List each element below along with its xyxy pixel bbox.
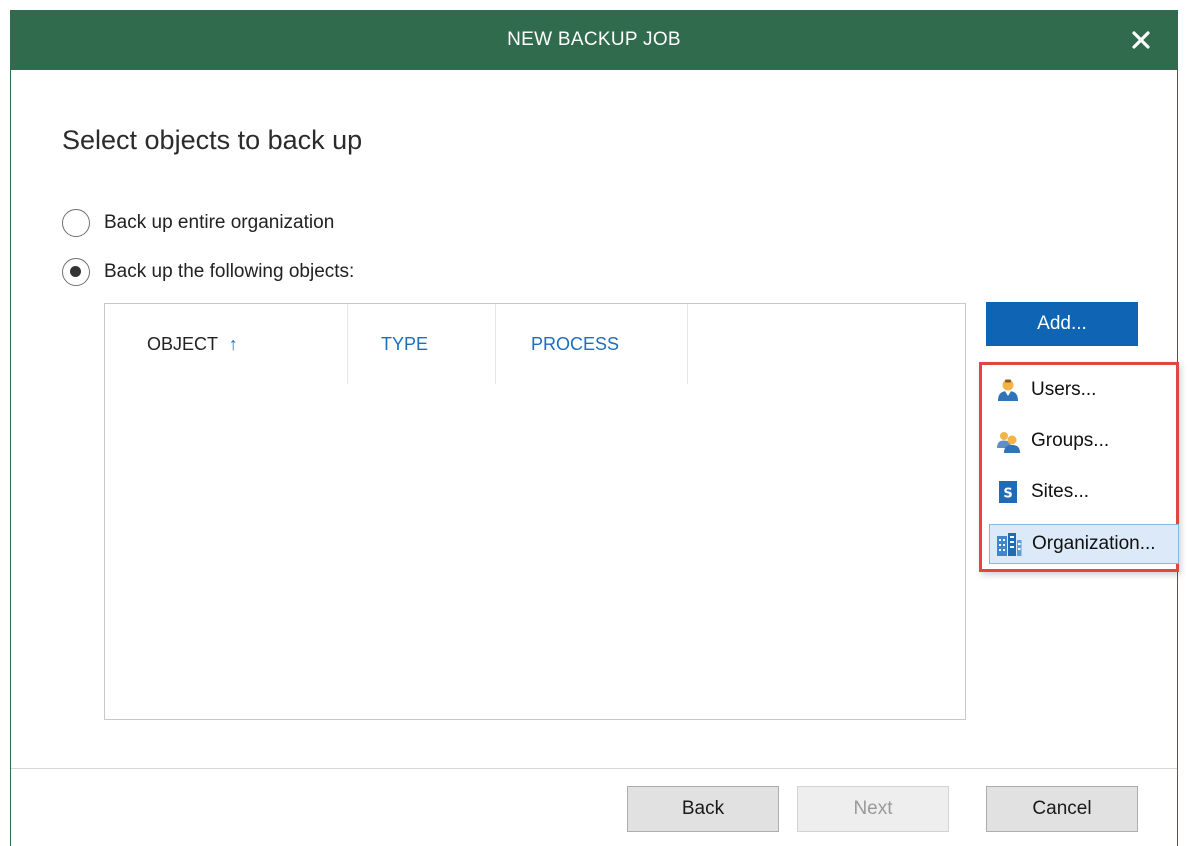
column-header-type[interactable]: TYPE: [381, 304, 428, 384]
menu-item-organization[interactable]: Organization...: [989, 524, 1179, 564]
column-separator[interactable]: [687, 304, 688, 384]
close-icon: [1132, 31, 1150, 49]
radio-entire-organization[interactable]: Back up entire organization: [62, 207, 334, 239]
footer-divider: [11, 768, 1177, 769]
dialog-title: NEW BACKUP JOB: [507, 29, 681, 50]
menu-item-groups[interactable]: Groups...: [989, 421, 1179, 461]
column-header-label: TYPE: [381, 334, 429, 354]
radio-button-selected[interactable]: [62, 258, 90, 286]
menu-item-sites[interactable]: S Sites...: [989, 472, 1179, 512]
dialog-titlebar: NEW BACKUP JOB: [11, 10, 1177, 70]
cancel-button[interactable]: Cancel: [986, 786, 1138, 832]
sharepoint-sites-icon: S: [999, 481, 1017, 503]
column-header-object[interactable]: OBJECT ↑: [147, 304, 238, 384]
back-button[interactable]: Back: [627, 786, 779, 832]
add-button[interactable]: Add...: [986, 302, 1138, 346]
column-header-label: PROCESS: [531, 334, 620, 354]
radio-label: Back up the following objects:: [104, 261, 355, 282]
group-icon: [997, 432, 1020, 453]
menu-item-label: Organization...: [1032, 533, 1156, 554]
menu-item-label: Users...: [1031, 379, 1097, 400]
radio-button[interactable]: [62, 209, 90, 237]
add-dropdown-menu: Users... Groups... S Sites... Organizati…: [979, 362, 1179, 572]
next-button[interactable]: Next: [797, 786, 949, 832]
objects-grid[interactable]: OBJECT ↑ TYPE PROCESS: [104, 303, 966, 720]
radio-label: Back up entire organization: [104, 212, 335, 233]
menu-item-label: Groups...: [1031, 430, 1110, 451]
organization-icon: [997, 533, 1022, 556]
column-header-label: OBJECT: [147, 334, 218, 354]
page-title: Select objects to back up: [62, 125, 363, 155]
sort-ascending-icon: ↑: [228, 334, 238, 354]
menu-item-label: Sites...: [1031, 481, 1090, 502]
new-backup-job-dialog: NEW BACKUP JOB Select objects to back up…: [10, 10, 1179, 846]
column-separator[interactable]: [495, 304, 496, 384]
close-button[interactable]: [1123, 22, 1159, 58]
user-icon: [998, 379, 1018, 401]
radio-following-objects[interactable]: Back up the following objects:: [62, 256, 354, 288]
menu-item-users[interactable]: Users...: [989, 370, 1179, 410]
column-separator[interactable]: [347, 304, 348, 384]
svg-text:S: S: [1003, 487, 1012, 502]
column-header-process[interactable]: PROCESS: [531, 304, 619, 384]
